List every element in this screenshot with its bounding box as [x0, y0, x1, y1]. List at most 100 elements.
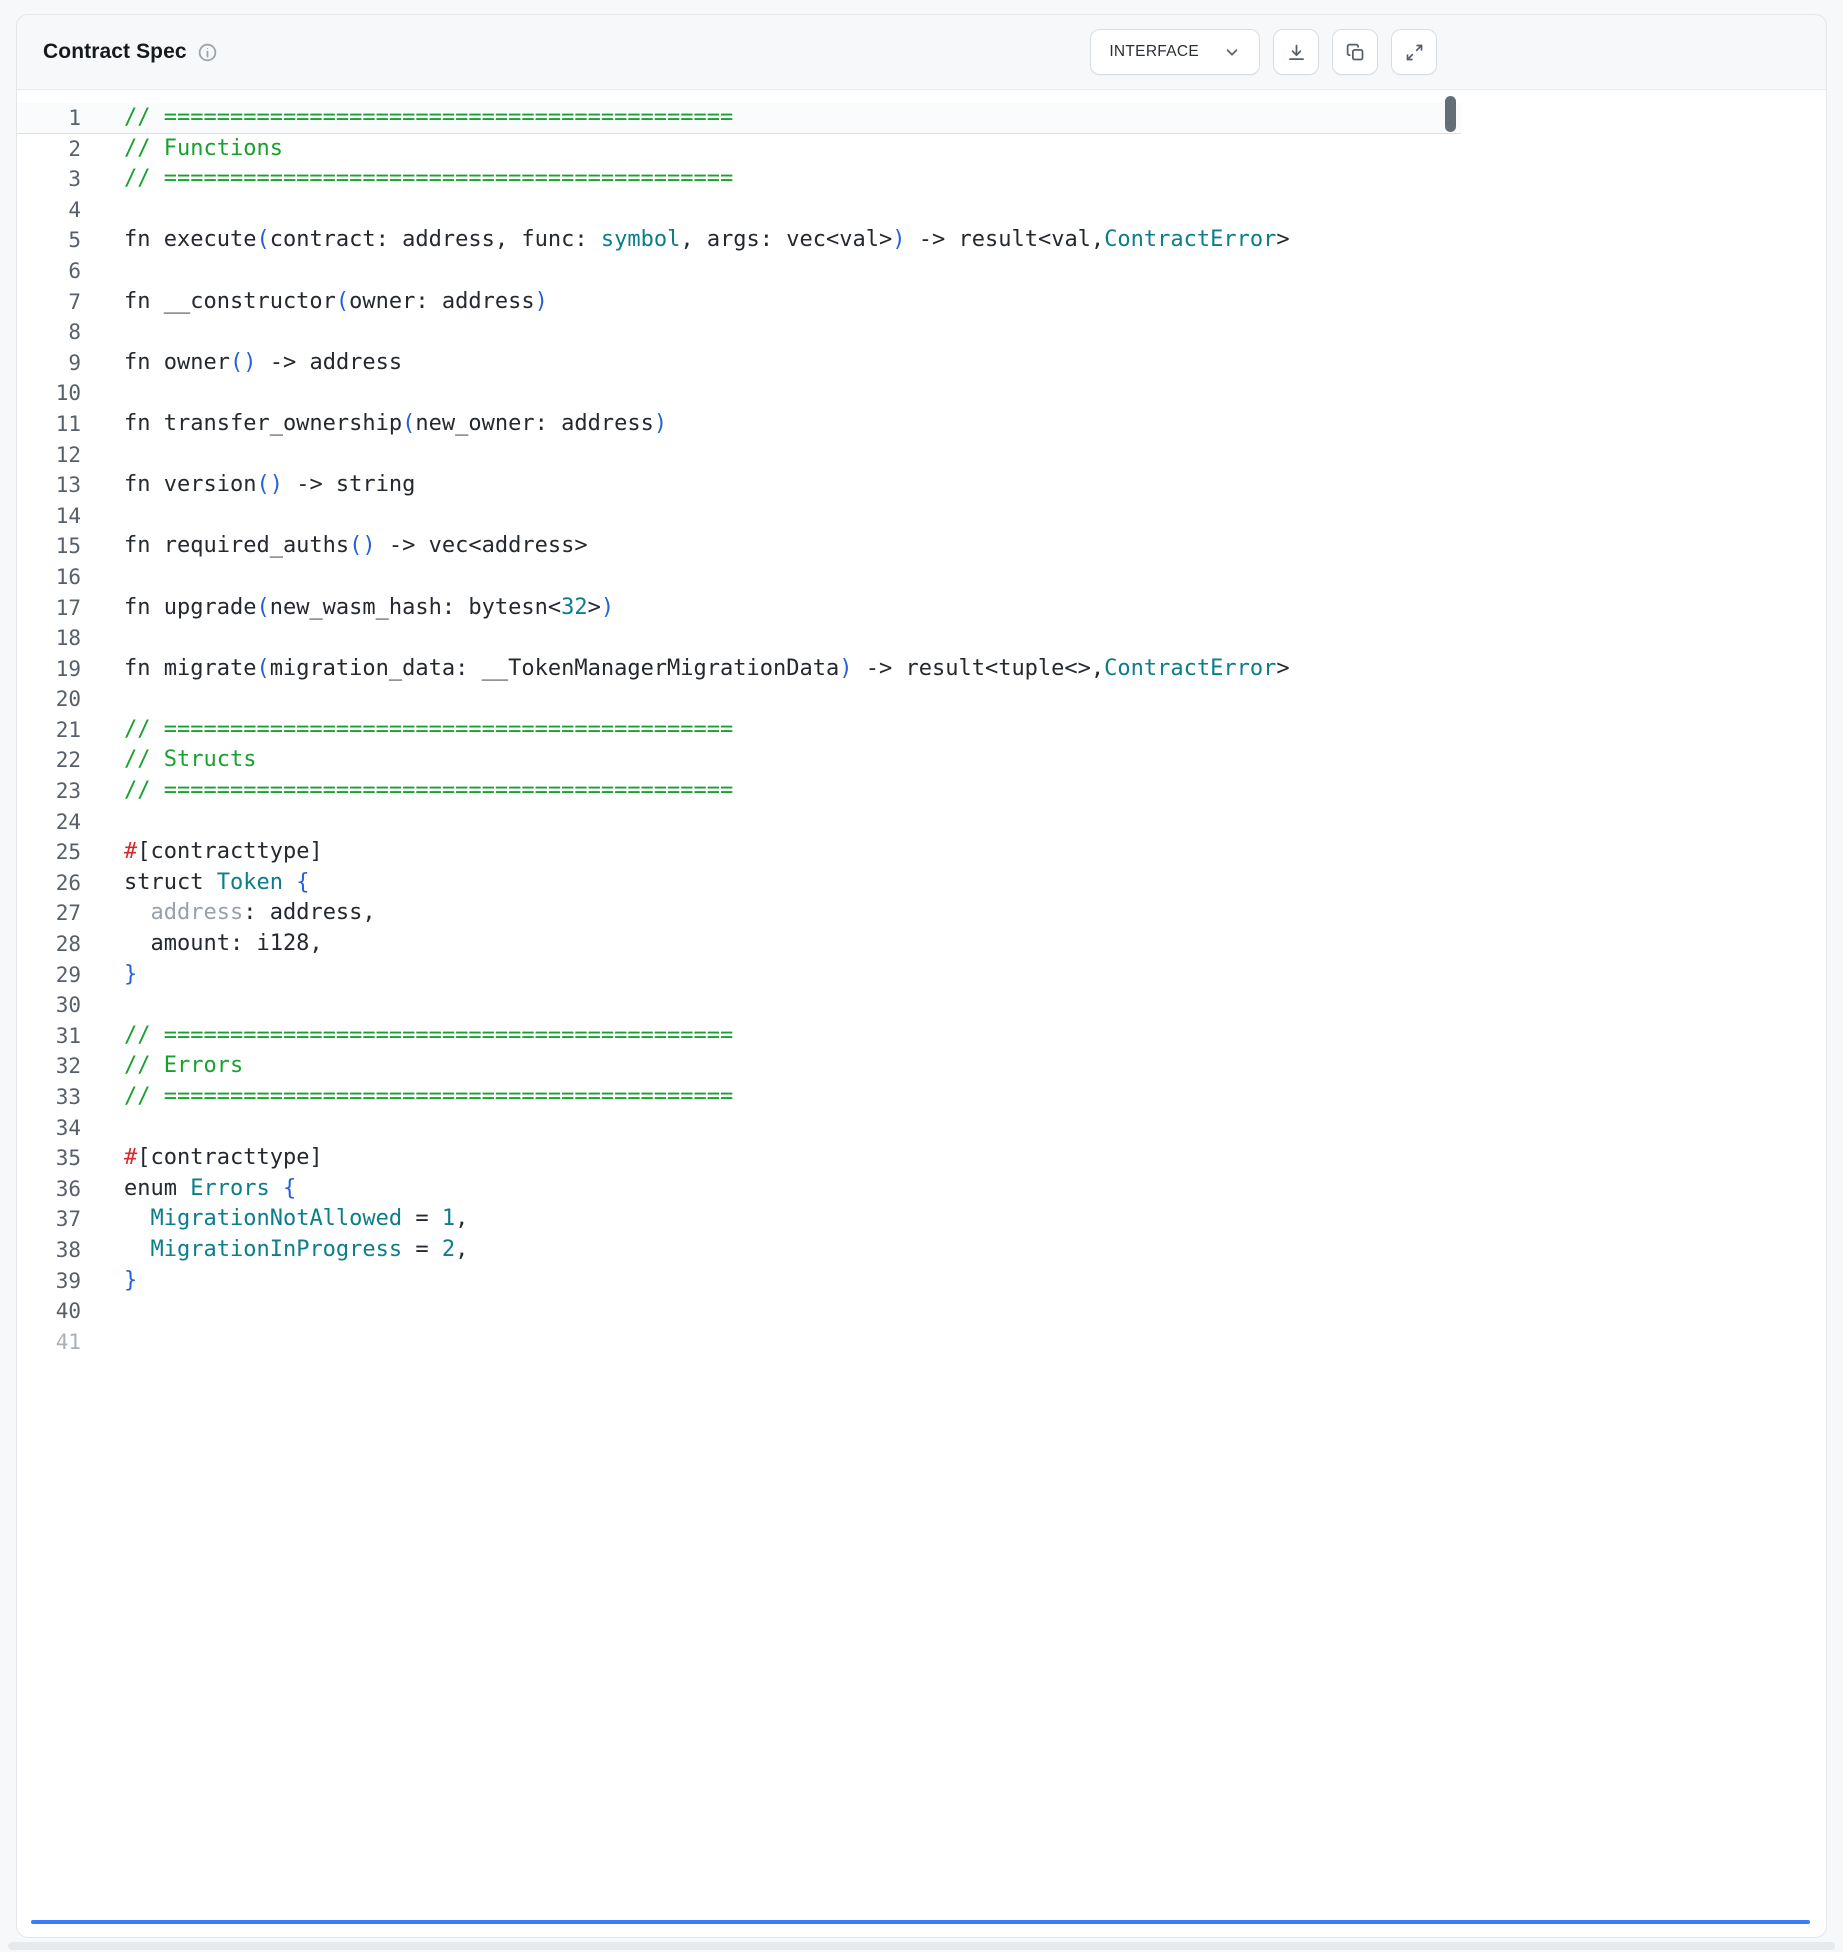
code-text: MigrationInProgress = 2, [124, 1235, 468, 1266]
code-lines: 1 // ====================================… [17, 91, 1461, 1357]
code-line: 9 fn owner() -> address [17, 348, 1461, 379]
line-number: 19 [17, 654, 81, 685]
code-scroller: 1 // ====================================… [17, 91, 1461, 1927]
code-line: 10 [17, 378, 1461, 409]
code-line: 6 [17, 256, 1461, 287]
line-number: 34 [17, 1113, 81, 1144]
code-line: 37 MigrationNotAllowed = 1, [17, 1204, 1461, 1235]
code-line: 4 [17, 195, 1461, 226]
code-line: 20 [17, 684, 1461, 715]
contract-spec-panel: Contract Spec INTERFACE [16, 14, 1827, 1938]
download-button[interactable] [1273, 29, 1319, 75]
line-number: 3 [17, 164, 81, 195]
code-text: struct Token { [124, 868, 309, 899]
code-text: fn owner() -> address [124, 348, 402, 379]
code-line: 3 // ====================================… [17, 164, 1461, 195]
code-line: 36 enum Errors { [17, 1174, 1461, 1205]
code-line: 30 [17, 990, 1461, 1021]
code-line: 13fn version() -> string [17, 470, 1461, 501]
code-line: 35 #[contracttype] [17, 1143, 1461, 1174]
line-number: 11 [17, 409, 81, 440]
code-line: 15 fn required_auths() -> vec<address> [17, 531, 1461, 562]
info-icon[interactable] [197, 42, 218, 63]
line-number: 18 [17, 623, 81, 654]
line-number: 37 [17, 1204, 81, 1235]
copy-button[interactable] [1332, 29, 1378, 75]
panel-header: Contract Spec INTERFACE [17, 15, 1826, 90]
line-number: 9 [17, 348, 81, 379]
line-number: 36 [17, 1174, 81, 1205]
code-line: 38 MigrationInProgress = 2, [17, 1235, 1461, 1266]
code-editor[interactable]: 1 // ====================================… [17, 91, 1826, 1927]
code-text: #[contracttype] [124, 1143, 323, 1174]
code-line: 32 // Errors [17, 1051, 1461, 1082]
code-text: // Functions [124, 134, 283, 165]
code-text: fn required_auths() -> vec<address> [124, 531, 588, 562]
copy-icon [1345, 42, 1366, 63]
line-number: 23 [17, 776, 81, 807]
code-text: // =====================================… [124, 1082, 733, 1113]
code-line: 12 [17, 440, 1461, 471]
code-text: address: address, [124, 898, 376, 929]
code-line: 27 address: address, [17, 898, 1461, 929]
code-line: 18 [17, 623, 1461, 654]
code-line: 5fn execute(contract: address, func: sym… [17, 225, 1461, 256]
code-line: 2 // Functions [17, 134, 1461, 165]
code-text: MigrationNotAllowed = 1, [124, 1204, 468, 1235]
code-line: 26struct Token { [17, 868, 1461, 899]
code-line: 8 [17, 317, 1461, 348]
page-horizontal-scrollbar[interactable] [8, 1942, 1835, 1950]
chevron-down-icon [1223, 43, 1241, 61]
line-number: 32 [17, 1051, 81, 1082]
code-text: fn __constructor(owner: address) [124, 287, 548, 318]
expand-button[interactable] [1391, 29, 1437, 75]
code-line: 1// ====================================… [17, 103, 1461, 134]
header-actions: INTERFACE [1090, 29, 1437, 75]
code-line: 39} [17, 1266, 1461, 1297]
code-text: enum Errors { [124, 1174, 296, 1205]
line-number: 27 [17, 898, 81, 929]
line-number: 38 [17, 1235, 81, 1266]
line-number: 30 [17, 990, 81, 1021]
line-number: 12 [17, 440, 81, 471]
code-text: fn upgrade(new_wasm_hash: bytesn<32>) [124, 593, 614, 624]
code-line: 17 fn upgrade(new_wasm_hash: bytesn<32>) [17, 593, 1461, 624]
line-number: 22 [17, 745, 81, 776]
line-number: 28 [17, 929, 81, 960]
line-number: 2 [17, 134, 81, 165]
code-text: fn migrate(migration_data: __TokenManage… [124, 654, 1290, 685]
line-number: 6 [17, 256, 81, 287]
line-number: 39 [17, 1266, 81, 1297]
line-number: 41 [17, 1327, 81, 1358]
code-text: // Errors [124, 1051, 243, 1082]
code-line: 24 [17, 807, 1461, 838]
code-line: 31 // ===================================… [17, 1021, 1461, 1052]
vertical-scrollbar-thumb[interactable] [1445, 96, 1456, 132]
code-line: 21 // ===================================… [17, 715, 1461, 746]
line-number: 21 [17, 715, 81, 746]
code-line: 23// ===================================… [17, 776, 1461, 807]
line-number: 20 [17, 684, 81, 715]
code-text: // =====================================… [124, 164, 733, 195]
code-line: 11fn transfer_ownership(new_owner: addre… [17, 409, 1461, 440]
line-number: 31 [17, 1021, 81, 1052]
line-number: 33 [17, 1082, 81, 1113]
line-number: 35 [17, 1143, 81, 1174]
fullscreen-expand-icon [1404, 42, 1425, 63]
line-number: 1 [17, 103, 81, 134]
code-line: 29} [17, 960, 1461, 991]
code-line: 41 [17, 1327, 1461, 1358]
line-number: 15 [17, 531, 81, 562]
horizontal-scrollbar-thumb[interactable] [31, 1920, 1810, 1924]
code-line: 25#[contracttype] [17, 837, 1461, 868]
code-text: // =====================================… [124, 715, 733, 746]
header-left: Contract Spec [43, 40, 218, 64]
line-number: 17 [17, 593, 81, 624]
code-line: 22// Structs [17, 745, 1461, 776]
spec-view-dropdown[interactable]: INTERFACE [1090, 29, 1260, 75]
code-line: 14 [17, 501, 1461, 532]
line-number: 5 [17, 225, 81, 256]
line-number: 8 [17, 317, 81, 348]
code-text: // =====================================… [124, 1021, 733, 1052]
code-line: 19 fn migrate(migration_data: __TokenMana… [17, 654, 1461, 685]
